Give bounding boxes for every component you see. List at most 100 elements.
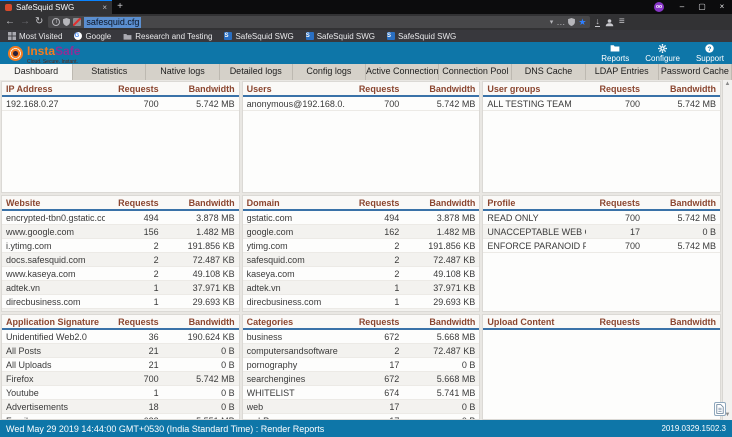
- table-row[interactable]: adtek.vn137.971 KB: [2, 281, 239, 295]
- reports-button[interactable]: Reports: [601, 44, 629, 63]
- account-icon[interactable]: [605, 18, 614, 27]
- table-row[interactable]: direcbusiness.com129.693 KB: [243, 295, 480, 309]
- window-minimize-button[interactable]: –: [672, 0, 692, 14]
- table-row[interactable]: safebrowsing.googleapis.com21.365 KB: [243, 309, 480, 312]
- svg-text:?: ?: [708, 45, 712, 52]
- bookmark-item-research-and-testing[interactable]: Research and Testing: [123, 32, 212, 41]
- table-row[interactable]: ytimg.com2191.856 KB: [243, 239, 480, 253]
- table-row[interactable]: anonymous@192.168.0.277005.742 MB: [243, 97, 480, 111]
- table-row[interactable]: computersandsoftware272.487 KB: [243, 344, 480, 358]
- panel-header-application-signature: Application SignatureRequestsBandwidth: [2, 315, 239, 330]
- table-row[interactable]: business6725.668 MB: [243, 330, 480, 344]
- table-row[interactable]: safesquid.com272.487 KB: [243, 253, 480, 267]
- tab-connection-pool[interactable]: Connection Pool: [439, 64, 512, 80]
- tab-dashboard[interactable]: Dashboard: [0, 64, 73, 80]
- row-name: docs.safesquid.com: [6, 255, 105, 265]
- bookmark-item-safesquid-swg[interactable]: SSafeSquid SWG: [224, 32, 293, 41]
- table-row[interactable]: direcbusiness.com129.693 KB: [2, 295, 239, 309]
- table-row[interactable]: kaseya.com249.108 KB: [243, 267, 480, 281]
- table-row[interactable]: ENFORCE PARANOID PRIVACY LEVEL7005.742 M…: [483, 239, 720, 253]
- tab-config-logs[interactable]: Config logs: [293, 64, 366, 80]
- window-maximize-button[interactable]: ▢: [692, 0, 712, 14]
- tab-close-icon[interactable]: ×: [102, 3, 107, 12]
- url-bar[interactable]: i safesquid.cfg ▾ … ★: [48, 16, 590, 28]
- row-name: Advertisements: [6, 402, 105, 412]
- table-row[interactable]: Advertisements180 B: [2, 400, 239, 414]
- app-header: InstaSafe Cloud. Secure. Instant. Report…: [0, 42, 732, 64]
- table-row[interactable]: UNACCEPTABLE WEB CATEGORY170 B: [483, 225, 720, 239]
- new-tab-button[interactable]: +: [112, 0, 128, 14]
- row-name: gstatic.com: [247, 213, 346, 223]
- table-row[interactable]: 192.168.0.277005.742 MB: [2, 97, 239, 111]
- table-row[interactable]: READ ONLY7005.742 MB: [483, 211, 720, 225]
- downloads-icon[interactable]: ↓: [595, 17, 600, 27]
- table-row[interactable]: google.com1621.482 MB: [243, 225, 480, 239]
- table-row[interactable]: Firefox7005.742 MB: [2, 372, 239, 386]
- panel-domain: DomainRequestsBandwidthgstatic.com4943.8…: [242, 195, 481, 312]
- url-dropdown-chevron-icon[interactable]: ▾: [550, 18, 554, 26]
- table-row[interactable]: All Posts210 B: [2, 344, 239, 358]
- back-button[interactable]: ←: [5, 17, 15, 27]
- table-row[interactable]: www.google.com1561.482 MB: [2, 225, 239, 239]
- table-row[interactable]: i.ytimg.com2191.856 KB: [2, 239, 239, 253]
- folder-icon: [123, 33, 132, 40]
- support-button[interactable]: ?Support: [696, 44, 724, 63]
- panel-title: Profile: [487, 198, 586, 208]
- bookmark-item-most-visited[interactable]: Most Visited: [8, 32, 62, 41]
- render-report-icon[interactable]: [714, 402, 726, 416]
- support-icon: ?: [696, 44, 724, 54]
- table-row[interactable]: gstatic.com4943.878 MB: [243, 211, 480, 225]
- extension-icon[interactable]: oo: [654, 2, 664, 12]
- row-bandwidth: 3.878 MB: [399, 213, 475, 223]
- column-header-bandwidth: Bandwidth: [159, 84, 235, 94]
- reload-button[interactable]: ↻: [35, 17, 43, 27]
- row-name: 192.168.0.27: [6, 99, 105, 109]
- page-info-icon[interactable]: i: [52, 18, 60, 26]
- tab-dns-cache[interactable]: DNS Cache: [512, 64, 585, 80]
- table-row[interactable]: encrypted-tbn0.gstatic.com4943.878 MB: [2, 211, 239, 225]
- bookmark-item-safesquid-swg[interactable]: SSafeSquid SWG: [387, 32, 456, 41]
- row-name: safebrowsing.googleapis.com: [6, 311, 105, 313]
- browser-tab[interactable]: SafeSquid SWG ×: [0, 0, 112, 14]
- bookmark-item-safesquid-swg[interactable]: SSafeSquid SWG: [306, 32, 375, 41]
- page-actions-icon[interactable]: …: [556, 20, 565, 25]
- instasafe-logo-icon: [8, 46, 23, 61]
- forward-button[interactable]: →: [20, 17, 30, 27]
- table-row[interactable]: www.kaseya.com249.108 KB: [2, 267, 239, 281]
- vertical-scrollbar[interactable]: ▲ ▼: [722, 80, 732, 420]
- table-row[interactable]: adtek.vn137.971 KB: [243, 281, 480, 295]
- tracking-protection-shield-icon[interactable]: [63, 18, 70, 26]
- tab-active-connections[interactable]: Active Connections: [366, 64, 439, 80]
- row-requests: 494: [345, 213, 399, 223]
- table-row[interactable]: searchengines6725.668 MB: [243, 372, 480, 386]
- window-close-button[interactable]: ×: [712, 0, 732, 14]
- row-bandwidth: 29.693 KB: [159, 297, 235, 307]
- column-header-requests: Requests: [586, 84, 640, 94]
- configure-button[interactable]: Configure: [645, 44, 680, 63]
- row-name: web: [247, 402, 346, 412]
- table-row[interactable]: All Uploads210 B: [2, 358, 239, 372]
- table-row[interactable]: pornography170 B: [243, 358, 480, 372]
- scroll-up-icon[interactable]: ▲: [725, 81, 731, 88]
- row-name: encrypted-tbn0.gstatic.com: [6, 213, 105, 223]
- table-row[interactable]: Youtube10 B: [2, 386, 239, 400]
- table-row[interactable]: safebrowsing.googleapis.com21.365 KB: [2, 309, 239, 312]
- panel-header-users: UsersRequestsBandwidth: [243, 82, 480, 97]
- permissions-blocked-icon[interactable]: [73, 18, 81, 26]
- bookmark-item-google[interactable]: GGoogle: [74, 32, 111, 41]
- table-row[interactable]: Unidentified Web2.036190.624 KB: [2, 330, 239, 344]
- table-row[interactable]: web170 B: [243, 400, 480, 414]
- hamburger-menu-icon[interactable]: ≡: [619, 17, 625, 27]
- table-row[interactable]: docs.safesquid.com272.487 KB: [2, 253, 239, 267]
- table-row[interactable]: WHITELIST6745.741 MB: [243, 386, 480, 400]
- url-text-selected[interactable]: safesquid.cfg: [84, 17, 141, 28]
- tab-password-cache[interactable]: Password Cache: [659, 64, 732, 80]
- bookmark-star-icon[interactable]: ★: [578, 18, 586, 27]
- tab-ldap-entries[interactable]: LDAP Entries: [586, 64, 659, 80]
- tab-native-logs[interactable]: Native logs: [146, 64, 219, 80]
- pocket-shield-icon[interactable]: [568, 18, 575, 26]
- tab-statistics[interactable]: Statistics: [73, 64, 146, 80]
- tab-detailed-logs[interactable]: Detailed logs: [220, 64, 293, 80]
- row-name: kaseya.com: [247, 269, 346, 279]
- table-row[interactable]: ALL TESTING TEAM7005.742 MB: [483, 97, 720, 111]
